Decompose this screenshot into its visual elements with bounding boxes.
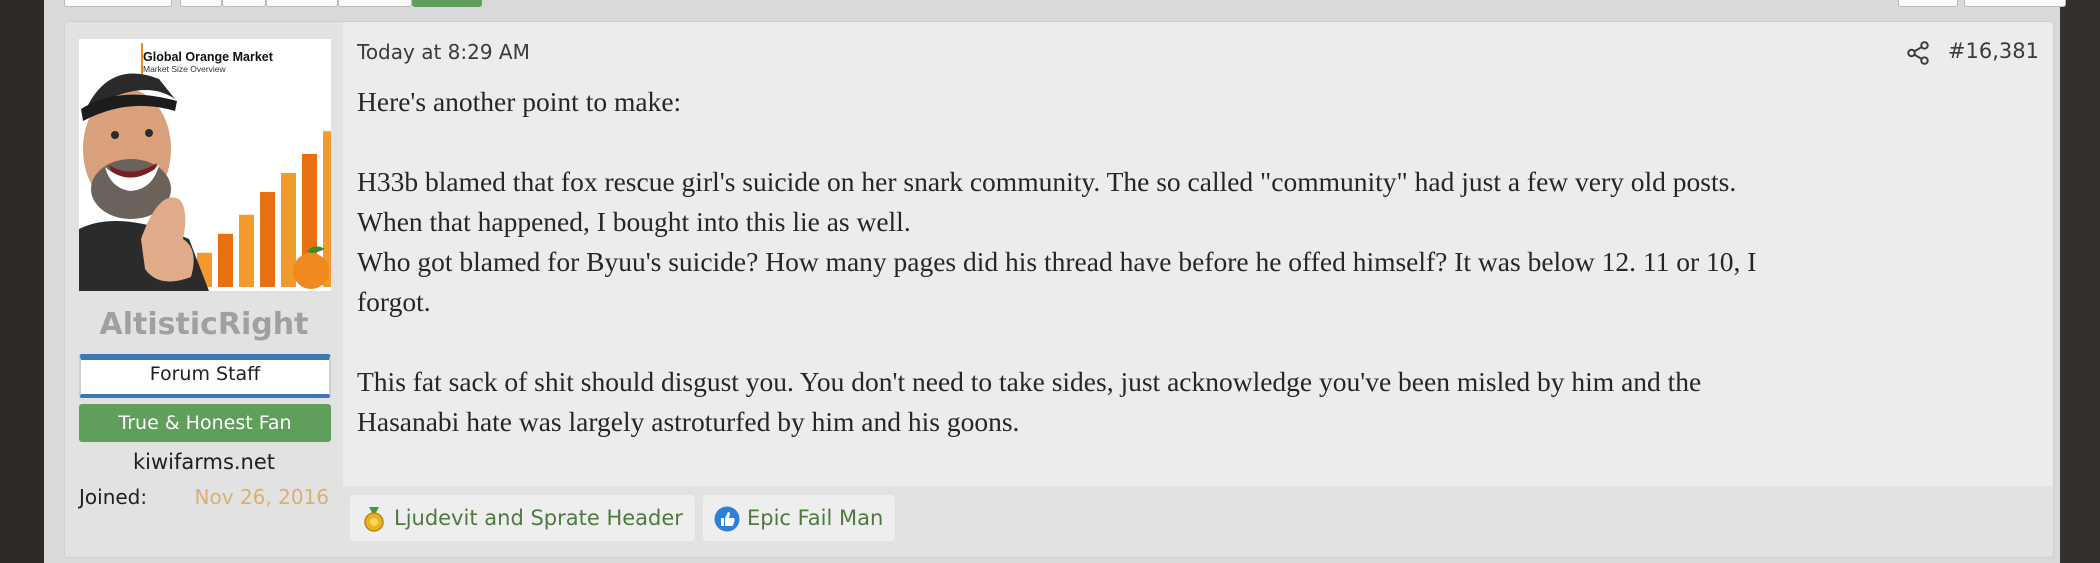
post-line: Who got blamed for Byuu's suicide? How m… [357,246,1757,277]
thread-container: Global Orange Market Market Size Overvie… [44,0,2066,563]
user-panel: Global Orange Market Market Size Overvie… [65,22,343,557]
prev-control-4[interactable] [266,0,338,7]
prev-control-5[interactable] [338,0,412,7]
prev-control-8[interactable] [1964,0,2066,7]
reactions-bar: Ljudevit and Sprate Header Epic Fail Man [343,486,2053,557]
true-honest-fan-banner: True & Honest Fan [79,404,331,442]
prev-control-2[interactable] [180,0,222,7]
post-line: This fat sack of shit should disgust you… [357,366,1702,397]
prev-control-3[interactable] [222,0,266,7]
joined-date: Nov 26, 2016 [194,485,329,509]
prev-control-1[interactable] [64,0,172,7]
post-main: Today at 8:29 AM #16,381 Here's another … [343,22,2053,557]
avatar-chart-bar [218,233,233,287]
reaction-epic-fail-man[interactable]: Epic Fail Man [703,495,896,541]
post-number-link[interactable]: #16,381 [1948,39,2039,63]
forum-post: Global Orange Market Market Size Overvie… [64,21,2054,558]
prev-control-7[interactable] [1898,0,1958,7]
post-line: Here's another point to make: [357,86,682,117]
prev-control-6[interactable] [412,0,482,7]
avatar-chart-bar [239,214,254,287]
reaction-label: Ljudevit and Sprate Header [394,506,683,530]
post-date[interactable]: Today at 8:29 AM [357,40,530,64]
post-body: Here's another point to make: H33b blame… [357,82,2037,442]
gold-medal-icon [364,507,384,532]
username[interactable]: AltisticRight [65,307,343,342]
post-line: H33b blamed that fox rescue girl's suici… [357,166,1737,197]
post-line: Hasanabi hate was largely astroturfed by… [357,406,1020,437]
thumbs-up-icon [714,506,740,532]
joined-label: Joined: [79,485,148,509]
post-line: forgot. [357,286,431,317]
forum-staff-banner: Forum Staff [79,354,331,398]
avatar-chart-bar [260,192,275,287]
page-background-right [2060,0,2100,563]
reaction-ljudevit[interactable]: Ljudevit and Sprate Header [350,495,695,541]
share-icon[interactable] [1905,40,1931,66]
post-line: When that happened, I bought into this l… [357,206,911,237]
reaction-label: Epic Fail Man [747,506,884,530]
user-site: kiwifarms.net [132,450,276,474]
svg-text:Market Size Overview: Market Size Overview [143,64,227,74]
svg-text:Global Orange Market: Global Orange Market [143,50,274,64]
avatar[interactable]: Global Orange Market Market Size Overvie… [79,39,331,291]
avatar-image: Global Orange Market Market Size Overvie… [79,39,331,291]
